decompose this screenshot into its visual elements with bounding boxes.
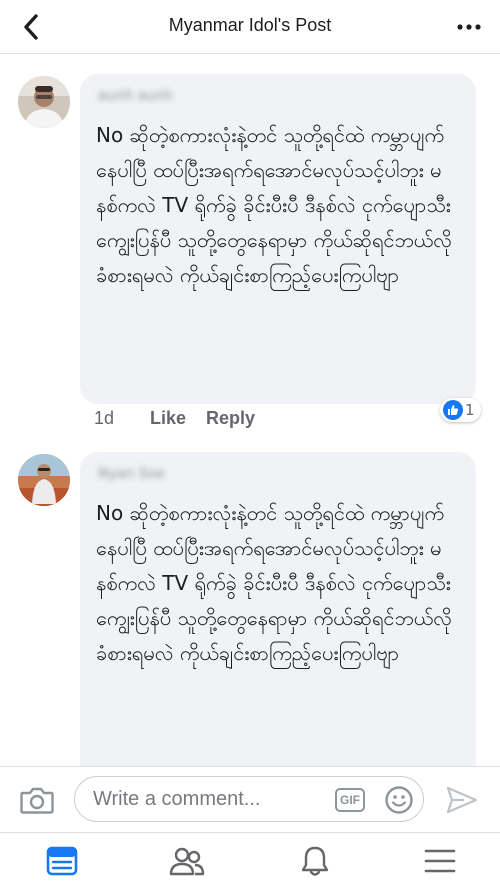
avatar[interactable] [18, 454, 70, 506]
emoji-icon [385, 786, 413, 814]
more-options-button[interactable] [454, 14, 484, 40]
send-icon [446, 786, 478, 814]
emoji-button[interactable] [384, 785, 414, 815]
more-dots-icon [457, 24, 481, 30]
gif-button[interactable]: GIF [335, 788, 365, 812]
comment-text: No ဆိုတဲ့စကားလုံးနဲ့တင် သူတို့ရင်ထဲ ကမ္ဘ… [96, 501, 452, 665]
comment-text: No ဆိုတဲ့စကားလုံးနဲ့တင် သူတို့ရင်ထဲ ကမ္ဘ… [96, 123, 452, 287]
comment-composer: GIF [0, 766, 500, 832]
post-comments-screen: Myanmar Idol's Post aunh aunh No ဆိုတဲ့စ… [0, 0, 500, 889]
comment-input[interactable] [74, 776, 424, 822]
friends-icon [169, 847, 205, 876]
comment-actions: 1d Like Reply [94, 408, 255, 429]
menu-icon [424, 849, 456, 873]
user-photo-icon [18, 76, 70, 128]
comment-item: aunh aunh No ဆိုတဲ့စကားလုံးနဲ့တင် သူတို့… [0, 74, 500, 434]
news-feed-icon [46, 846, 78, 876]
bottom-navigation [0, 832, 500, 889]
nav-friends[interactable] [167, 843, 207, 879]
send-button[interactable] [446, 785, 478, 815]
like-button[interactable]: Like [150, 408, 194, 429]
nav-menu[interactable] [420, 843, 460, 879]
nav-news-feed[interactable] [42, 843, 82, 879]
comment-author[interactable]: aunh aunh [98, 88, 462, 108]
comment-item: Nyan Soe No ဆိုတဲ့စကားလုံးနဲ့တင် သူတို့ရ… [0, 452, 500, 772]
avatar[interactable] [18, 76, 70, 128]
reply-button[interactable]: Reply [206, 408, 255, 429]
top-bar: Myanmar Idol's Post [0, 0, 500, 54]
comment-author[interactable]: Nyan Soe [98, 466, 462, 486]
comment-bubble: aunh aunh No ဆိုတဲ့စကားလုံးနဲ့တင် သူတို့… [80, 74, 476, 404]
like-reaction-icon [443, 400, 463, 420]
camera-button[interactable] [20, 785, 54, 815]
notifications-icon [301, 846, 329, 876]
reaction-count: 1 [465, 401, 475, 419]
page-title: Myanmar Idol's Post [168, 15, 332, 35]
comment-bubble: Nyan Soe No ဆိုတဲ့စကားလုံးနဲ့တင် သူတို့ရ… [80, 452, 476, 772]
comment-time[interactable]: 1d [94, 408, 150, 429]
camera-icon [20, 787, 54, 814]
reaction-badge[interactable]: 1 [440, 398, 481, 422]
user-photo-icon [18, 454, 70, 506]
nav-notifications[interactable] [295, 843, 335, 879]
